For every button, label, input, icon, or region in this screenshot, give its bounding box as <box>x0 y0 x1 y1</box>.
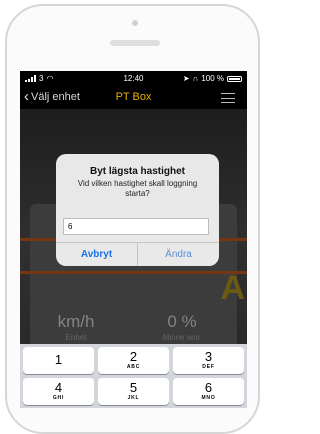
key-digit: 2 <box>129 349 138 364</box>
key-6[interactable]: 6 MNO <box>173 378 244 405</box>
numeric-keyboard: 1 2 ABC 3 DEF 4 GHI 5 JKL 6 MNO <box>20 344 247 408</box>
key-2[interactable]: 2 ABC <box>98 347 169 374</box>
key-4[interactable]: 4 GHI <box>23 378 94 405</box>
key-digit: 6 <box>204 380 213 395</box>
dialog-message: Vid vilken hastighet skall loggning star… <box>77 179 198 198</box>
headphones-icon: ∩ <box>192 74 199 83</box>
battery-percent: 100 % <box>201 74 224 83</box>
cancel-button[interactable]: Avbryt <box>56 243 137 266</box>
speed-dialog: Byt lägsta hastighet Vid vilken hastighe… <box>56 154 219 266</box>
status-bar: 3 ◠ 12:40 ➤ ∩ 100 % <box>20 71 247 87</box>
phone-screen: 3 ◠ 12:40 ➤ ∩ 100 % ‹ Välj enhet PT Box … <box>20 71 247 408</box>
change-button[interactable]: Ändra <box>138 243 219 266</box>
key-letters: JKL <box>127 395 140 401</box>
key-1[interactable]: 1 <box>23 347 94 374</box>
key-5[interactable]: 5 JKL <box>98 378 169 405</box>
key-letters: DEF <box>202 364 215 370</box>
key-letters: MNO <box>201 395 216 401</box>
key-digit: 4 <box>54 380 63 395</box>
status-right: ➤ ∩ 100 % <box>183 74 242 83</box>
speed-input[interactable] <box>63 218 209 235</box>
battery-icon <box>227 75 242 82</box>
nav-title: PT Box <box>115 91 152 103</box>
key-letters: GHI <box>52 395 65 401</box>
key-digit: 3 <box>204 349 213 364</box>
dialog-title: Byt lägsta hastighet <box>89 166 186 177</box>
key-digit: 1 <box>54 352 63 367</box>
key-digit: 5 <box>129 380 138 395</box>
location-icon: ➤ <box>182 74 190 83</box>
key-3[interactable]: 3 DEF <box>173 347 244 374</box>
earpiece-speaker <box>110 40 160 46</box>
navigation-bar: ‹ Välj enhet PT Box <box>20 87 247 109</box>
front-camera <box>132 20 138 26</box>
key-letters: ABC <box>126 364 141 370</box>
menu-icon[interactable] <box>221 93 235 103</box>
